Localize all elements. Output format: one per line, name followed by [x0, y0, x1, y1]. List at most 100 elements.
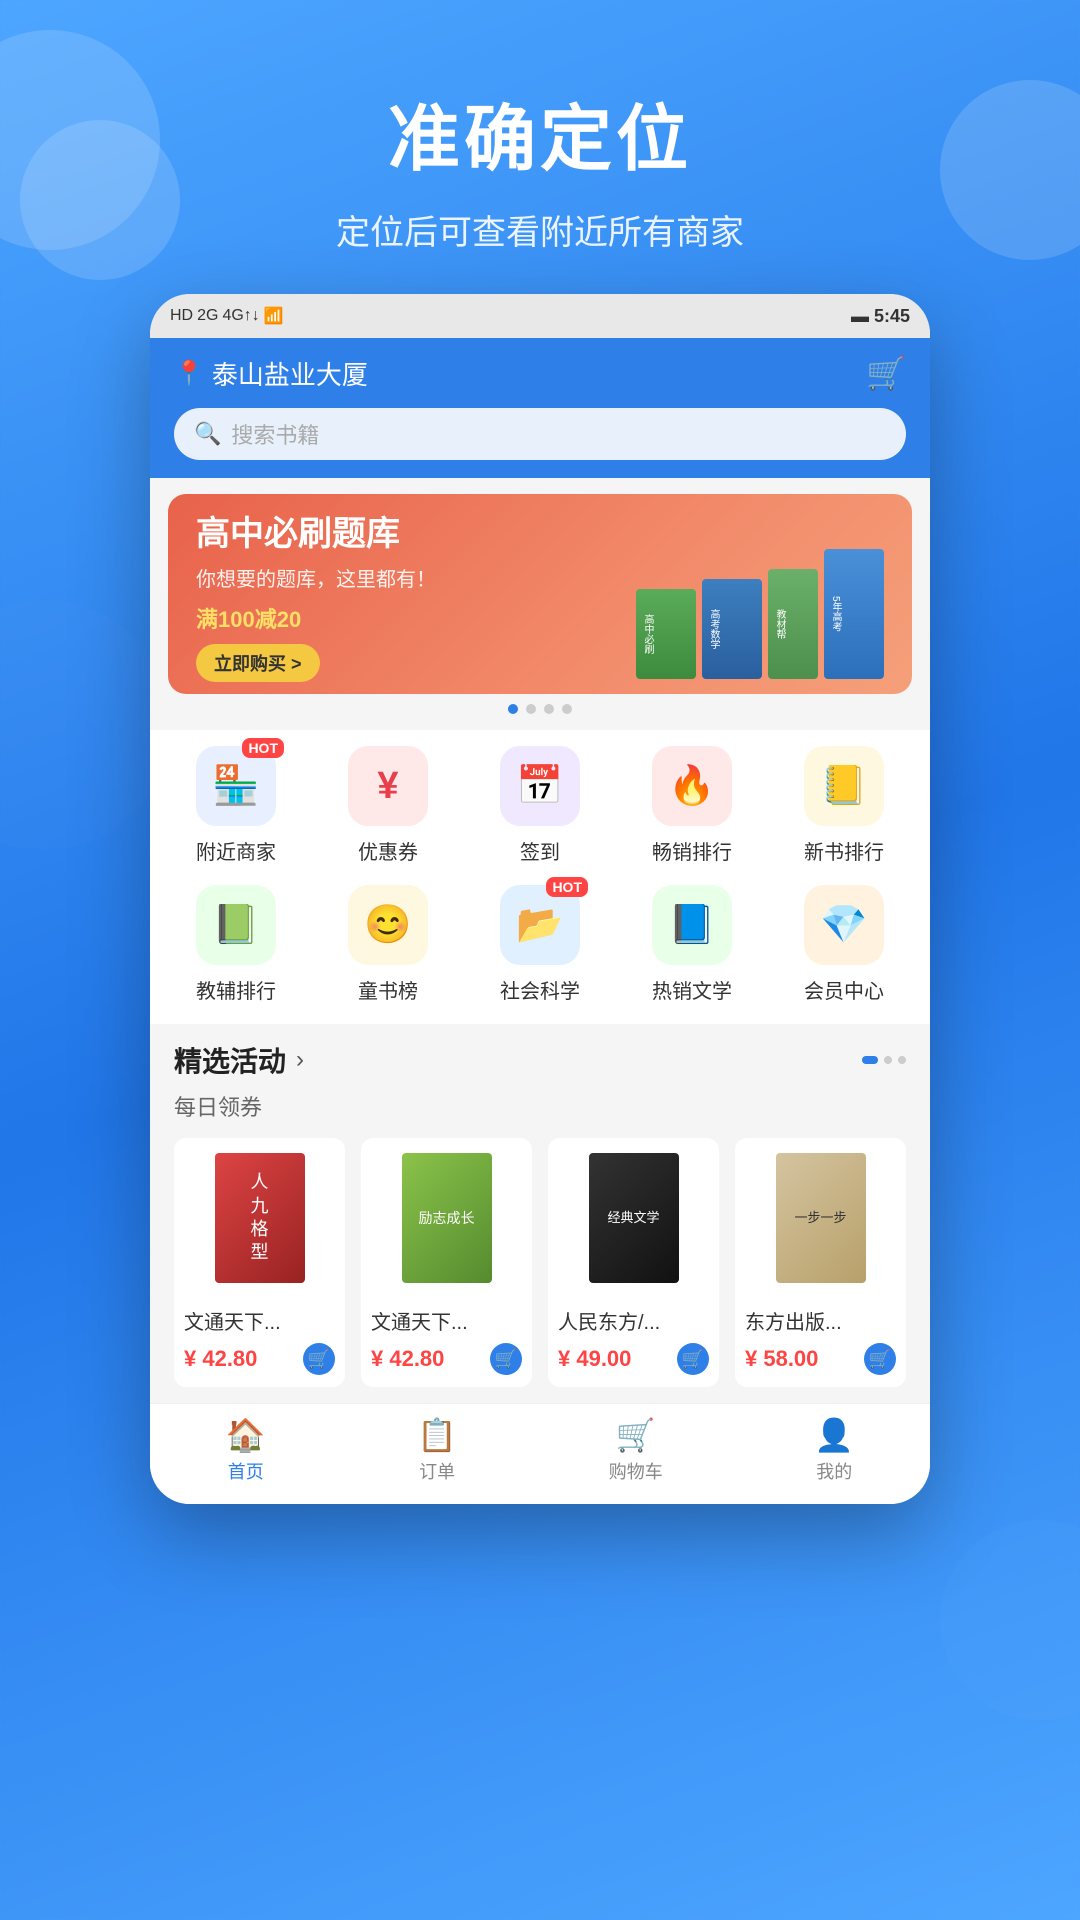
hero-title: 准确定位	[40, 80, 1040, 185]
activities-title: 精选活动	[174, 1040, 286, 1080]
banner-button[interactable]: 立即购买 >	[196, 644, 320, 682]
add-cart-3[interactable]: 🛒	[677, 1343, 709, 1375]
nav-profile[interactable]: 👤 我的	[814, 1416, 854, 1484]
cat-checkin[interactable]: 📅 签到	[475, 746, 605, 865]
dot-1[interactable]	[508, 704, 518, 714]
banner-section: 高中必刷题库 你想要的题库，这里都有！ 满100减20 立即购买 > 高中必刷 …	[150, 478, 930, 730]
orders-icon: 📋	[417, 1416, 457, 1454]
status-time: ▬ 5:45	[851, 306, 910, 327]
cat-coupon-icon: ¥	[348, 746, 428, 826]
book-card-4[interactable]: 一步一步 东方出版... ¥ 58.00 🛒	[735, 1138, 906, 1387]
banner-book-3: 教材帮	[768, 569, 818, 679]
add-cart-4[interactable]: 🛒	[864, 1343, 896, 1375]
banner-title: 高中必刷题库	[196, 506, 636, 555]
cat-member-icon: 💎	[804, 885, 884, 965]
activities-section: 精选活动 › 每日领券 人九格型 文通天下...	[150, 1024, 930, 1403]
cat-checkin-icon: 📅	[500, 746, 580, 826]
nav-cart-label: 购物车	[609, 1458, 663, 1484]
cat-hotlit-label: 热销文学	[652, 975, 732, 1004]
activities-arrow[interactable]: ›	[296, 1046, 304, 1074]
book-thumb-1: 人九格型	[174, 1138, 345, 1298]
banner-book-2: 高考数学	[702, 579, 762, 679]
book-name-2: 文通天下...	[371, 1306, 522, 1335]
book-price-3: ¥ 49.00 🛒	[558, 1343, 709, 1375]
cat-social[interactable]: 📂 HOT 社会科学	[475, 885, 605, 1004]
cat-bestseller[interactable]: 🔥 畅销排行	[627, 746, 757, 865]
category-section: 🏪 HOT 附近商家 ¥ 优惠券 📅 签到 🔥	[150, 730, 930, 1024]
section-header: 精选活动 ›	[174, 1040, 906, 1080]
book-price-4: ¥ 58.00 🛒	[745, 1343, 896, 1375]
book-price-2: ¥ 42.80 🛒	[371, 1343, 522, 1375]
cat-children-label: 童书榜	[358, 975, 418, 1004]
location-text: 泰山盐业大厦	[212, 355, 368, 392]
book-grid: 人九格型 文通天下... ¥ 42.80 🛒 励志成长	[174, 1138, 906, 1387]
wifi-icon: 📶	[264, 306, 284, 326]
signal-2g: 2G	[197, 307, 218, 325]
cat-nearby[interactable]: 🏪 HOT 附近商家	[171, 746, 301, 865]
signal-4g: 4G↑↓	[222, 307, 259, 325]
book-info-1: 文通天下... ¥ 42.80 🛒	[174, 1298, 345, 1387]
banner-dots	[168, 694, 912, 714]
location-area[interactable]: 📍 泰山盐业大厦	[174, 355, 368, 392]
hot-badge-nearby: HOT	[242, 738, 284, 758]
dot-4[interactable]	[562, 704, 572, 714]
book-name-4: 东方出版...	[745, 1306, 896, 1335]
cat-social-icon: 📂 HOT	[500, 885, 580, 965]
cat-coupon[interactable]: ¥ 优惠券	[323, 746, 453, 865]
cat-bestseller-icon: 🔥	[652, 746, 732, 826]
book-thumb-2: 励志成长	[361, 1138, 532, 1298]
hero-section: 准确定位 定位后可查看附近所有商家	[0, 0, 1080, 294]
promo-banner[interactable]: 高中必刷题库 你想要的题库，这里都有！ 满100减20 立即购买 > 高中必刷 …	[168, 494, 912, 694]
nav-cart[interactable]: 🛒 购物车	[609, 1416, 663, 1484]
dot-2[interactable]	[526, 704, 536, 714]
nav-home-label: 首页	[228, 1458, 264, 1484]
nav-home[interactable]: 🏠 首页	[226, 1416, 266, 1484]
dot-3[interactable]	[544, 704, 554, 714]
app-header: 📍 泰山盐业大厦 🛒	[150, 338, 930, 408]
cart-icon: 🛒	[616, 1416, 656, 1454]
add-cart-2[interactable]: 🛒	[490, 1343, 522, 1375]
cat-textbook-icon: 📗	[196, 885, 276, 965]
category-row-2: 📗 教辅排行 😊 童书榜 📂 HOT 社会科学 📘	[150, 885, 930, 1024]
search-bar[interactable]: 🔍 搜索书籍	[174, 408, 906, 460]
cat-newbook-icon: 📒	[804, 746, 884, 826]
nav-orders[interactable]: 📋 订单	[417, 1416, 457, 1484]
book-thumb-3: 经典文学	[548, 1138, 719, 1298]
book-card-3[interactable]: 经典文学 人民东方/... ¥ 49.00 🛒	[548, 1138, 719, 1387]
cat-member[interactable]: 💎 会员中心	[779, 885, 909, 1004]
status-bar: HD 2G 4G↑↓ 📶 ▬ 5:45	[150, 294, 930, 338]
search-bar-wrap: 🔍 搜索书籍	[150, 408, 930, 478]
phone-mockup: HD 2G 4G↑↓ 📶 ▬ 5:45 📍 泰山盐业大厦 🛒 🔍 搜索书籍 高中…	[150, 294, 930, 1504]
book-card-2[interactable]: 励志成长 文通天下... ¥ 42.80 🛒	[361, 1138, 532, 1387]
banner-book-1: 高中必刷	[636, 589, 696, 679]
profile-icon: 👤	[814, 1416, 854, 1454]
book-price-1: ¥ 42.80 🛒	[184, 1343, 335, 1375]
banner-discount: 满100减20	[196, 602, 636, 634]
header-cart-icon[interactable]: 🛒	[866, 354, 906, 392]
cat-member-label: 会员中心	[804, 975, 884, 1004]
location-icon: 📍	[174, 359, 204, 388]
section-dot-active	[862, 1056, 878, 1064]
add-cart-1[interactable]: 🛒	[303, 1343, 335, 1375]
cat-nearby-icon: 🏪 HOT	[196, 746, 276, 826]
section-dot-2	[884, 1056, 892, 1064]
cat-social-label: 社会科学	[500, 975, 580, 1004]
cat-nearby-label: 附近商家	[196, 836, 276, 865]
cat-newbook[interactable]: 📒 新书排行	[779, 746, 909, 865]
cat-children[interactable]: 😊 童书榜	[323, 885, 453, 1004]
cat-hotlit[interactable]: 📘 热销文学	[627, 885, 757, 1004]
cat-hotlit-icon: 📘	[652, 885, 732, 965]
book-info-2: 文通天下... ¥ 42.80 🛒	[361, 1298, 532, 1387]
cat-children-icon: 😊	[348, 885, 428, 965]
status-left: HD 2G 4G↑↓ 📶	[170, 306, 284, 326]
book-info-4: 东方出版... ¥ 58.00 🛒	[735, 1298, 906, 1387]
banner-text: 高中必刷题库 你想要的题库，这里都有！ 满100减20 立即购买 >	[196, 506, 636, 682]
category-row-1: 🏪 HOT 附近商家 ¥ 优惠券 📅 签到 🔥	[150, 746, 930, 885]
search-placeholder: 搜索书籍	[231, 418, 319, 450]
cat-textbook[interactable]: 📗 教辅排行	[171, 885, 301, 1004]
hot-badge-social: HOT	[546, 877, 588, 897]
banner-books: 高中必刷 高考数学 教材帮 5年高考	[636, 509, 884, 679]
nav-orders-label: 订单	[419, 1458, 455, 1484]
banner-subtitle: 你想要的题库，这里都有！	[196, 563, 636, 592]
book-card-1[interactable]: 人九格型 文通天下... ¥ 42.80 🛒	[174, 1138, 345, 1387]
